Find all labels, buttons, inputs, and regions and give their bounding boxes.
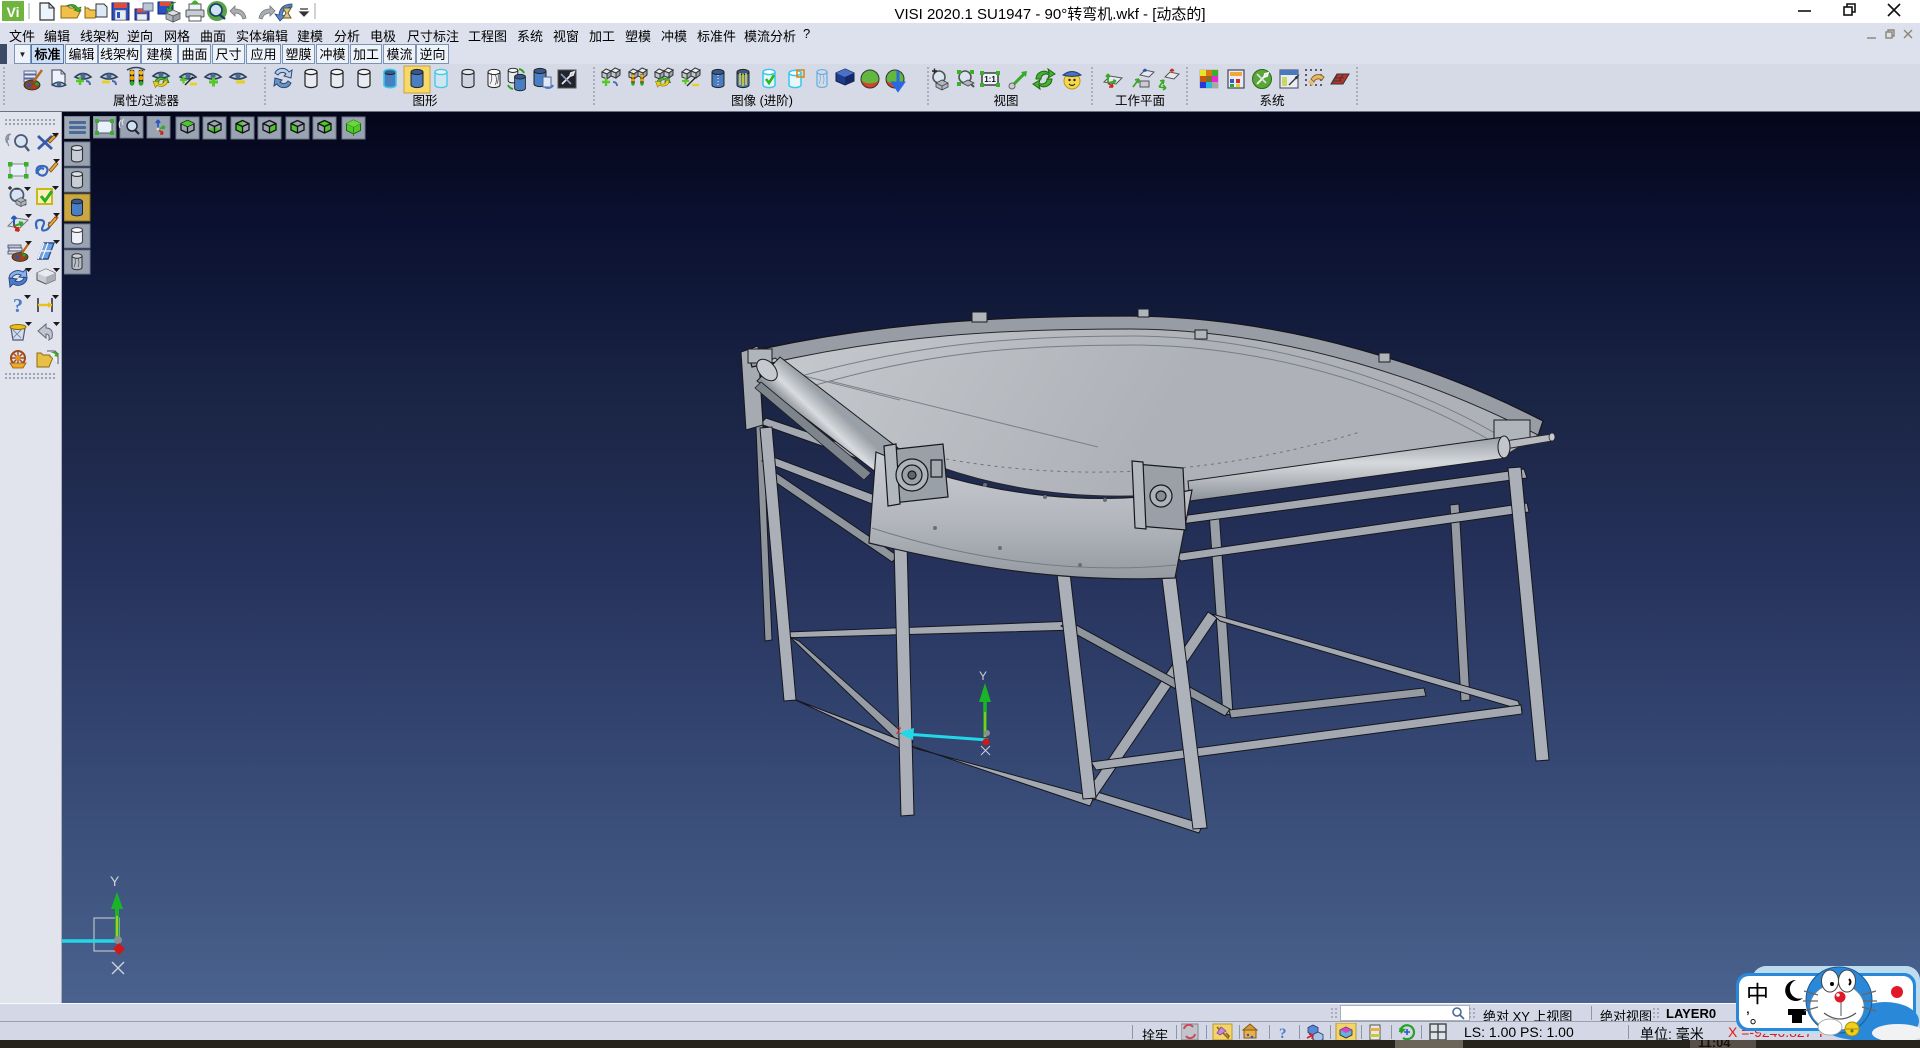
- svg-text:Vi: Vi: [7, 4, 20, 20]
- svg-text:Y: Y: [979, 669, 987, 683]
- svg-text:图像 (进阶): 图像 (进阶): [731, 94, 793, 108]
- svg-text:中: 中: [1746, 981, 1769, 1007]
- svg-text:?: ?: [13, 295, 23, 317]
- svg-text:系统: 系统: [1259, 94, 1284, 108]
- svg-text:工作平面: 工作平面: [1115, 94, 1165, 108]
- svg-text:’。: ’。: [1746, 1008, 1767, 1027]
- svg-text:?: ?: [1279, 1026, 1287, 1041]
- svg-text:图形: 图形: [412, 94, 438, 108]
- svg-text:属性/过滤器: 属性/过滤器: [113, 94, 179, 108]
- svg-text:Z: Z: [896, 726, 902, 736]
- svg-text:视图: 视图: [993, 93, 1018, 108]
- svg-text:Y: Y: [110, 873, 120, 889]
- svg-text:1:1: 1:1: [984, 75, 996, 84]
